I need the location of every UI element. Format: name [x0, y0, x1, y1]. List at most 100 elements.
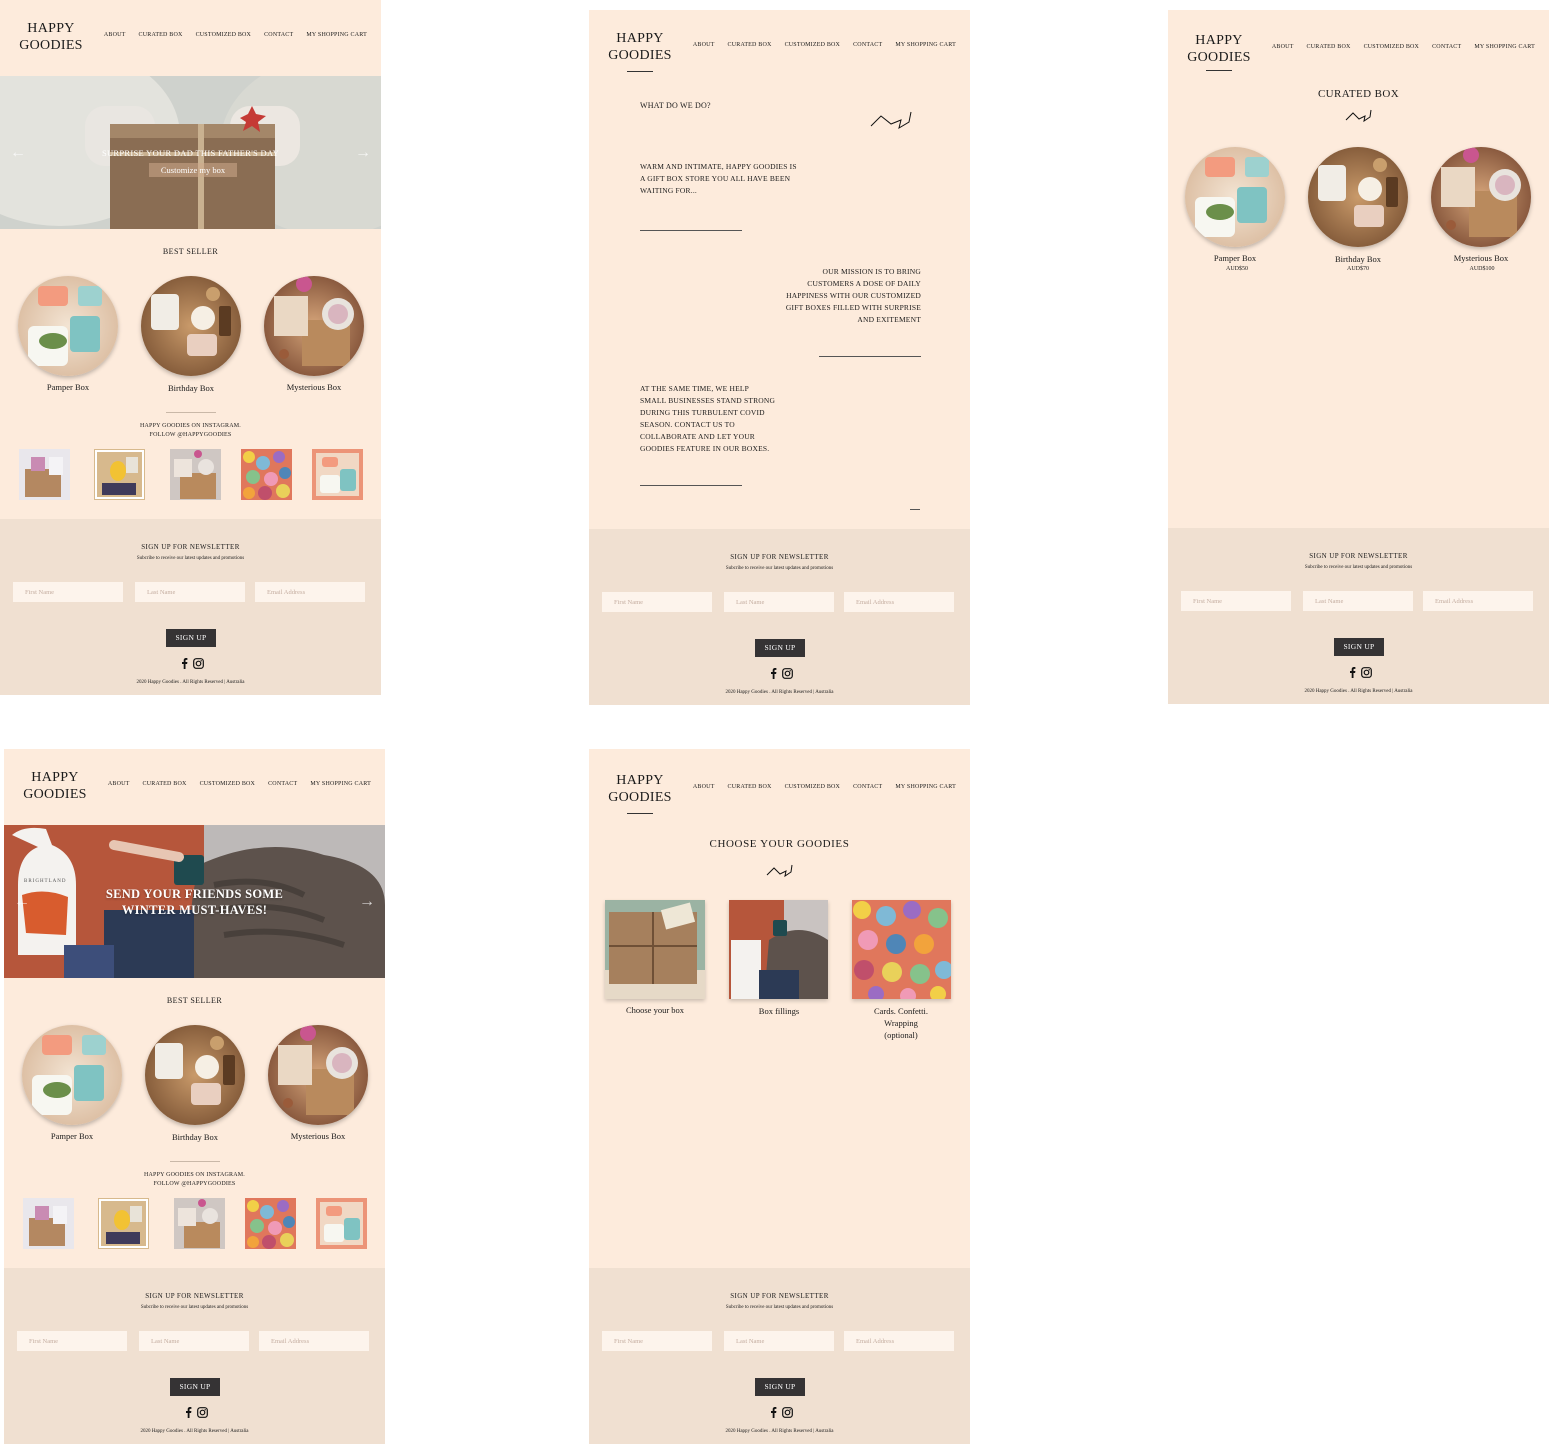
email-input[interactable] [844, 1331, 954, 1351]
nav-customized-box[interactable]: CUSTOMIZED BOX [785, 784, 841, 790]
sign-up-button[interactable]: SIGN UP [755, 1378, 805, 1396]
nav-about[interactable]: ABOUT [693, 42, 715, 48]
last-name-input[interactable] [135, 582, 245, 602]
instagram-post-3[interactable] [170, 449, 221, 500]
mysterious-box-label[interactable]: Mysterious Box [254, 382, 374, 392]
box-fillings-image[interactable] [729, 900, 828, 999]
nav-contact[interactable]: CONTACT [853, 42, 882, 48]
instagram-post-5[interactable] [312, 449, 363, 500]
cards-confetti-image[interactable] [852, 900, 951, 999]
sign-up-button[interactable]: SIGN UP [166, 629, 216, 647]
sign-up-button[interactable]: SIGN UP [170, 1378, 220, 1396]
nav-about[interactable]: ABOUT [693, 784, 715, 790]
pamper-box-label[interactable]: Pamper Box [8, 382, 128, 392]
nav-contact[interactable]: CONTACT [264, 32, 293, 38]
instagram-icon[interactable] [782, 1407, 793, 1418]
birthday-box-image[interactable] [141, 276, 241, 376]
pamper-box-image[interactable] [18, 276, 118, 376]
nav-curated-box[interactable]: CURATED BOX [728, 42, 772, 48]
last-name-input[interactable] [1303, 591, 1413, 611]
nav-shopping-cart[interactable]: MY SHOPPING CART [310, 781, 371, 787]
instagram-post-4[interactable] [245, 1198, 296, 1249]
site-logo[interactable]: HAPPY GOODIES [1182, 32, 1256, 66]
instagram-post-2[interactable] [98, 1198, 149, 1249]
facebook-icon[interactable] [181, 658, 188, 669]
birthday-box-label[interactable]: Birthday Box [131, 383, 251, 393]
nav-about[interactable]: ABOUT [108, 781, 130, 787]
facebook-icon[interactable] [770, 1407, 777, 1418]
nav-contact[interactable]: CONTACT [853, 784, 882, 790]
choose-box-label[interactable]: Choose your box [595, 1005, 715, 1015]
sign-up-button[interactable]: SIGN UP [755, 639, 805, 657]
nav-customized-box[interactable]: CUSTOMIZED BOX [196, 32, 252, 38]
customize-box-button[interactable]: Customize my box [149, 163, 237, 177]
box-fillings-label[interactable]: Box fillings [719, 1006, 839, 1016]
nav-shopping-cart[interactable]: MY SHOPPING CART [306, 32, 367, 38]
mysterious-box-image[interactable] [264, 276, 364, 376]
facebook-icon[interactable] [770, 668, 777, 679]
pamper-box-image[interactable] [22, 1025, 122, 1125]
mysterious-box-image[interactable] [268, 1025, 368, 1125]
instagram-post-3[interactable] [174, 1198, 225, 1249]
site-logo[interactable]: HAPPY GOODIES [603, 30, 677, 64]
first-name-input[interactable] [602, 1331, 712, 1351]
mysterious-box-image[interactable] [1431, 147, 1531, 247]
pamper-box-label[interactable]: Pamper Box [1175, 253, 1295, 263]
pamper-box-image[interactable] [1185, 147, 1285, 247]
email-input[interactable] [844, 592, 954, 612]
site-logo[interactable]: HAPPY GOODIES [18, 769, 92, 803]
birthday-box-label[interactable]: Birthday Box [135, 1132, 255, 1142]
birthday-box-image[interactable] [145, 1025, 245, 1125]
facebook-icon[interactable] [185, 1407, 192, 1418]
divider [170, 1161, 220, 1162]
instagram-post-4[interactable] [241, 449, 292, 500]
nav-curated-box[interactable]: CURATED BOX [143, 781, 187, 787]
site-logo[interactable]: HAPPY GOODIES [14, 20, 88, 54]
nav-contact[interactable]: CONTACT [268, 781, 297, 787]
instagram-post-5[interactable] [316, 1198, 367, 1249]
mysterious-box-label[interactable]: Mysterious Box [1421, 253, 1541, 263]
instagram-icon[interactable] [782, 668, 793, 679]
nav-curated-box[interactable]: CURATED BOX [728, 784, 772, 790]
arrow-left-icon[interactable]: ← [10, 144, 26, 162]
nav-shopping-cart[interactable]: MY SHOPPING CART [895, 784, 956, 790]
instagram-post-1[interactable] [19, 449, 70, 500]
first-name-input[interactable] [602, 592, 712, 612]
birthday-box-label[interactable]: Birthday Box [1298, 254, 1418, 264]
instagram-icon[interactable] [1361, 667, 1372, 678]
arrow-right-icon[interactable]: → [359, 893, 375, 911]
last-name-input[interactable] [724, 1331, 834, 1351]
instagram-post-2[interactable] [94, 449, 145, 500]
first-name-input[interactable] [17, 1331, 127, 1351]
sign-up-button[interactable]: SIGN UP [1334, 638, 1384, 656]
nav-customized-box[interactable]: CUSTOMIZED BOX [200, 781, 256, 787]
mysterious-box-label[interactable]: Mysterious Box [258, 1131, 378, 1141]
email-input[interactable] [1423, 591, 1533, 611]
choose-box-image[interactable] [605, 900, 705, 999]
nav-curated-box[interactable]: CURATED BOX [1307, 44, 1351, 50]
facebook-icon[interactable] [1349, 667, 1356, 678]
email-input[interactable] [255, 582, 365, 602]
email-input[interactable] [259, 1331, 369, 1351]
nav-about[interactable]: ABOUT [104, 32, 126, 38]
nav-curated-box[interactable]: CURATED BOX [139, 32, 183, 38]
site-logo[interactable]: HAPPY GOODIES [603, 772, 677, 806]
pamper-box-label[interactable]: Pamper Box [12, 1131, 132, 1141]
first-name-input[interactable] [13, 582, 123, 602]
last-name-input[interactable] [724, 592, 834, 612]
first-name-input[interactable] [1181, 591, 1291, 611]
instagram-icon[interactable] [193, 658, 204, 669]
birthday-box-image[interactable] [1308, 147, 1408, 247]
arrow-right-icon[interactable]: → [355, 144, 371, 162]
nav-about[interactable]: ABOUT [1272, 44, 1294, 50]
instagram-post-1[interactable] [23, 1198, 74, 1249]
nav-contact[interactable]: CONTACT [1432, 44, 1461, 50]
instagram-icon[interactable] [197, 1407, 208, 1418]
nav-customized-box[interactable]: CUSTOMIZED BOX [785, 42, 841, 48]
nav-shopping-cart[interactable]: MY SHOPPING CART [1474, 44, 1535, 50]
cards-confetti-label[interactable]: Cards. Confetti. Wrapping (optional) [841, 1005, 961, 1041]
arrow-left-icon[interactable]: ← [14, 893, 30, 911]
nav-customized-box[interactable]: CUSTOMIZED BOX [1364, 44, 1420, 50]
nav-shopping-cart[interactable]: MY SHOPPING CART [895, 42, 956, 48]
last-name-input[interactable] [139, 1331, 249, 1351]
